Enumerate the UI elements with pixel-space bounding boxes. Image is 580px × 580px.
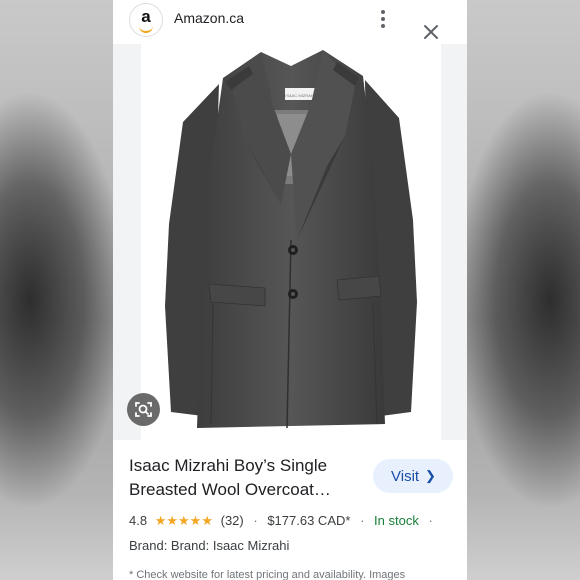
sheet-header: a Amazon.ca [113,0,467,44]
site-logo[interactable]: a [129,3,163,37]
brand-text: Brand: Brand: Isaac Mizrahi [129,538,290,553]
product-sheet: a Amazon.ca ISAAC MIZRAHI Isaac Mizrahi … [113,0,467,580]
separator-dot: · [253,513,258,529]
stock-status: In stock [374,513,419,529]
product-title-line2: Breasted Wool Overcoat… [129,480,331,499]
lens-icon[interactable] [127,393,160,426]
chevron-right-icon: ❯ [425,468,436,483]
disclaimer-footnote: * Check website for latest pricing and a… [129,569,406,580]
product-meta-row: 4.8 ★★★★★ (32) · $177.63 CAD* · In stock… [129,512,459,530]
close-icon[interactable] [419,20,443,44]
product-image[interactable]: ISAAC MIZRAHI [141,44,441,440]
visit-button[interactable]: Visit ❯ [373,459,453,493]
separator-dot: · [360,513,365,529]
more-vert-icon[interactable] [375,7,391,31]
visit-button-label: Visit [391,468,420,485]
product-title[interactable]: Isaac Mizrahi Boy’s Single Breasted Wool… [129,454,355,502]
rating-value: 4.8 [129,513,148,529]
product-title-line1: Isaac Mizrahi Boy’s Single [129,456,328,475]
amazon-smile-icon [139,24,153,33]
product-image-area[interactable]: ISAAC MIZRAHI [113,44,467,440]
overcoat-illustration: ISAAC MIZRAHI [165,50,417,429]
price: $177.63 CAD* [267,513,351,529]
review-count[interactable]: (32) [221,513,244,528]
star-rating-icon: ★★★★★ [154,512,213,528]
site-name[interactable]: Amazon.ca [174,10,244,26]
coat-label-tag: ISAAC MIZRAHI [285,93,315,98]
separator-dot: · [428,513,433,529]
